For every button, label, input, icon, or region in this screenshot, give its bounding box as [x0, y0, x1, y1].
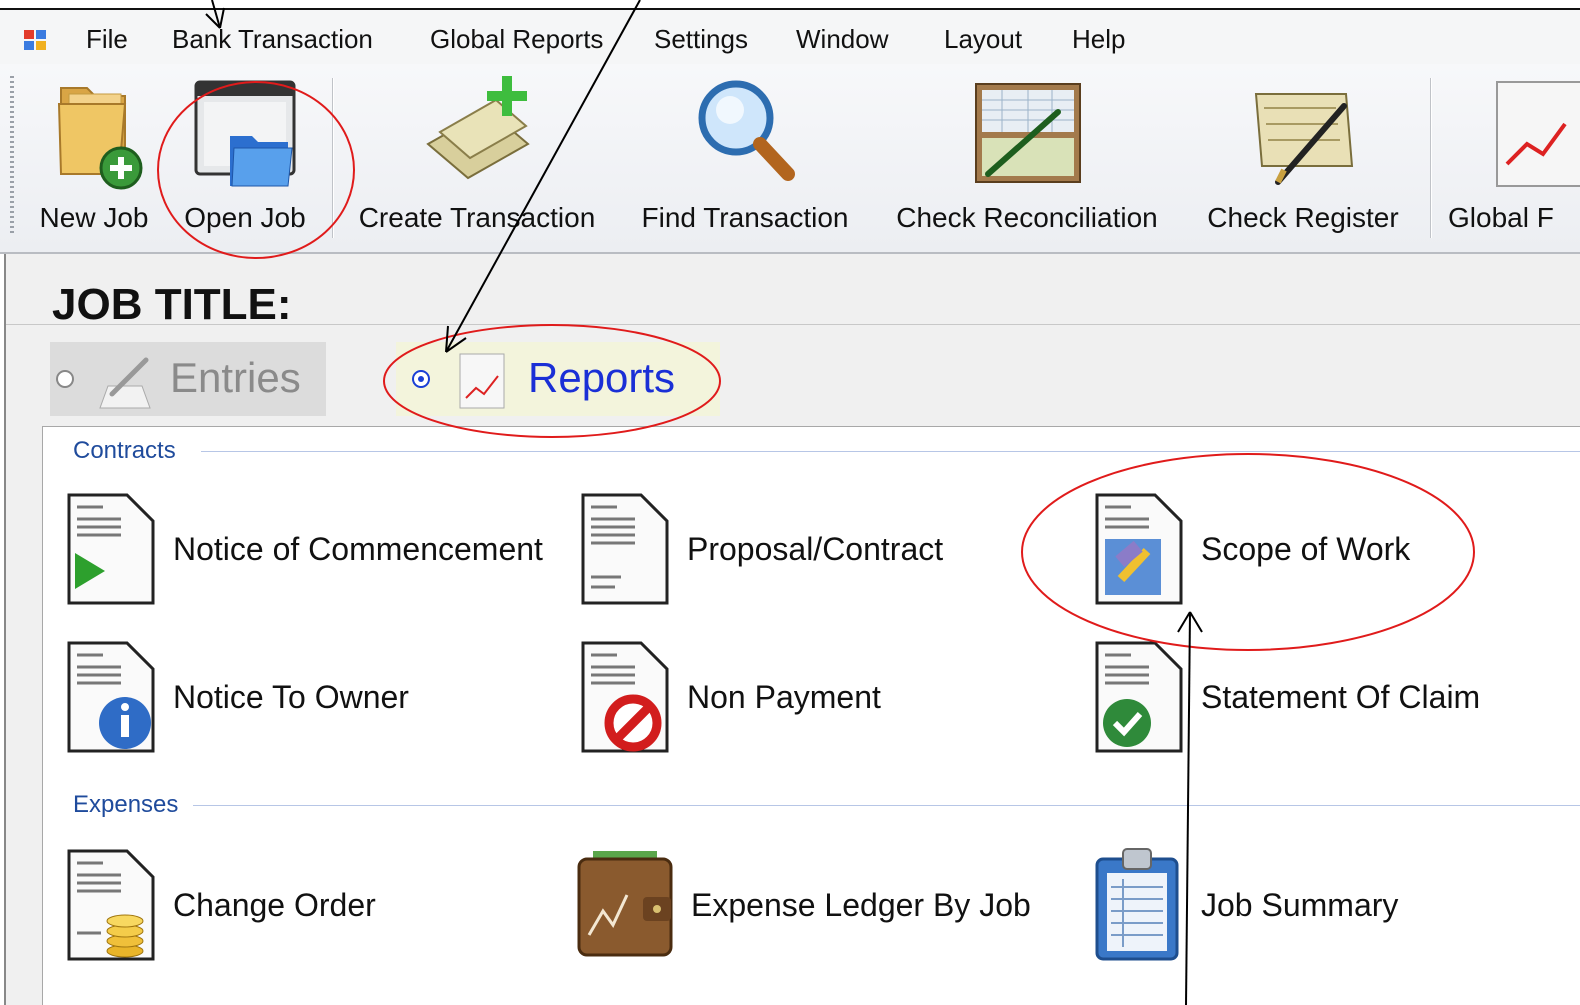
contract-prohibited-icon	[581, 641, 669, 753]
check-pen-icon	[1254, 93, 1354, 185]
magnifier-icon	[698, 80, 795, 181]
report-label: Non Payment	[687, 679, 881, 715]
menu-file[interactable]: File	[86, 24, 128, 55]
toolbar-separator	[332, 78, 334, 238]
reports-area: Contracts Notice of Commencement Proposa…	[42, 426, 1580, 1005]
global-reports-button[interactable]: Global F	[1446, 74, 1580, 244]
report-label: Notice of Commencement	[173, 531, 543, 567]
group-divider	[193, 805, 1580, 806]
report-label: Expense Ledger By Job	[691, 887, 1031, 923]
job-title: JOB TITLE:	[52, 280, 292, 329]
report-label: Statement Of Claim	[1201, 679, 1481, 715]
ledger-pen-icon	[975, 83, 1081, 183]
reports-chart-icon	[459, 353, 505, 409]
contract-info-icon	[67, 641, 155, 753]
contract-coins-icon	[67, 849, 155, 961]
entries-pencil-icon	[99, 357, 151, 409]
toolbar: New Job Open Job Create Transaction Find…	[0, 64, 1580, 254]
entries-label: Entries	[170, 354, 301, 401]
create-transaction-check-icon	[426, 76, 530, 180]
report-label: Job Summary	[1201, 887, 1399, 923]
create-transaction-label: Create Transaction	[358, 202, 596, 233]
find-transaction-button[interactable]: Find Transaction	[628, 74, 862, 244]
check-reconciliation-label: Check Reconciliation	[896, 202, 1158, 233]
menu-bank-transaction[interactable]: Bank Transaction	[172, 24, 373, 55]
clipboard-icon	[1095, 848, 1179, 961]
new-job-folder-icon	[57, 87, 143, 190]
entries-radio-button[interactable]	[56, 370, 74, 388]
job-panel: JOB TITLE: Entries Reports Contracts Not…	[4, 254, 1580, 1005]
report-label: Proposal/Contract	[687, 531, 944, 567]
create-transaction-button[interactable]: Create Transaction	[344, 74, 610, 244]
open-job-label: Open Job	[184, 202, 306, 233]
new-job-label: New Job	[39, 202, 149, 233]
report-label: Change Order	[173, 887, 376, 923]
menu-layout[interactable]: Layout	[944, 24, 1022, 55]
reports-radio-button[interactable]	[412, 370, 430, 388]
menu-bar: File Bank Transaction Global Reports Set…	[0, 8, 1580, 66]
new-job-button[interactable]: New Job	[30, 74, 158, 244]
reports-label: Reports	[528, 354, 676, 401]
menu-settings[interactable]: Settings	[654, 24, 748, 55]
menu-global-reports[interactable]: Global Reports	[430, 24, 603, 55]
app-icon	[24, 30, 46, 50]
contract-checkmark-icon	[1095, 641, 1183, 753]
group-header-contracts: Contracts	[73, 437, 176, 464]
report-label: Notice To Owner	[173, 679, 409, 715]
toolbar-grip[interactable]	[10, 76, 14, 236]
global-reports-label: Global F	[1448, 202, 1554, 233]
reports-radio-option[interactable]: Reports	[396, 342, 720, 416]
entries-radio-option[interactable]: Entries	[50, 342, 326, 416]
divider	[6, 324, 1580, 325]
contract-gavel-icon	[1095, 493, 1183, 605]
application-window: File Bank Transaction Global Reports Set…	[0, 0, 1580, 1005]
check-register-button[interactable]: Check Register	[1194, 74, 1412, 244]
menu-help[interactable]: Help	[1072, 24, 1125, 55]
group-header-expenses: Expenses	[73, 791, 179, 818]
contract-document-icon	[581, 493, 669, 605]
contract-play-icon	[67, 493, 155, 605]
toolbar-separator	[1430, 78, 1432, 238]
report-chart-icon	[1496, 81, 1580, 187]
open-job-button[interactable]: Open Job	[172, 74, 318, 244]
find-transaction-label: Find Transaction	[641, 202, 849, 233]
menu-window[interactable]: Window	[796, 24, 888, 55]
check-register-label: Check Register	[1207, 202, 1399, 233]
wallet-chart-icon	[577, 851, 673, 957]
open-job-window-icon	[194, 80, 296, 187]
group-divider	[201, 451, 1580, 452]
check-reconciliation-button[interactable]: Check Reconciliation	[880, 74, 1174, 244]
report-label: Scope of Work	[1201, 531, 1411, 567]
